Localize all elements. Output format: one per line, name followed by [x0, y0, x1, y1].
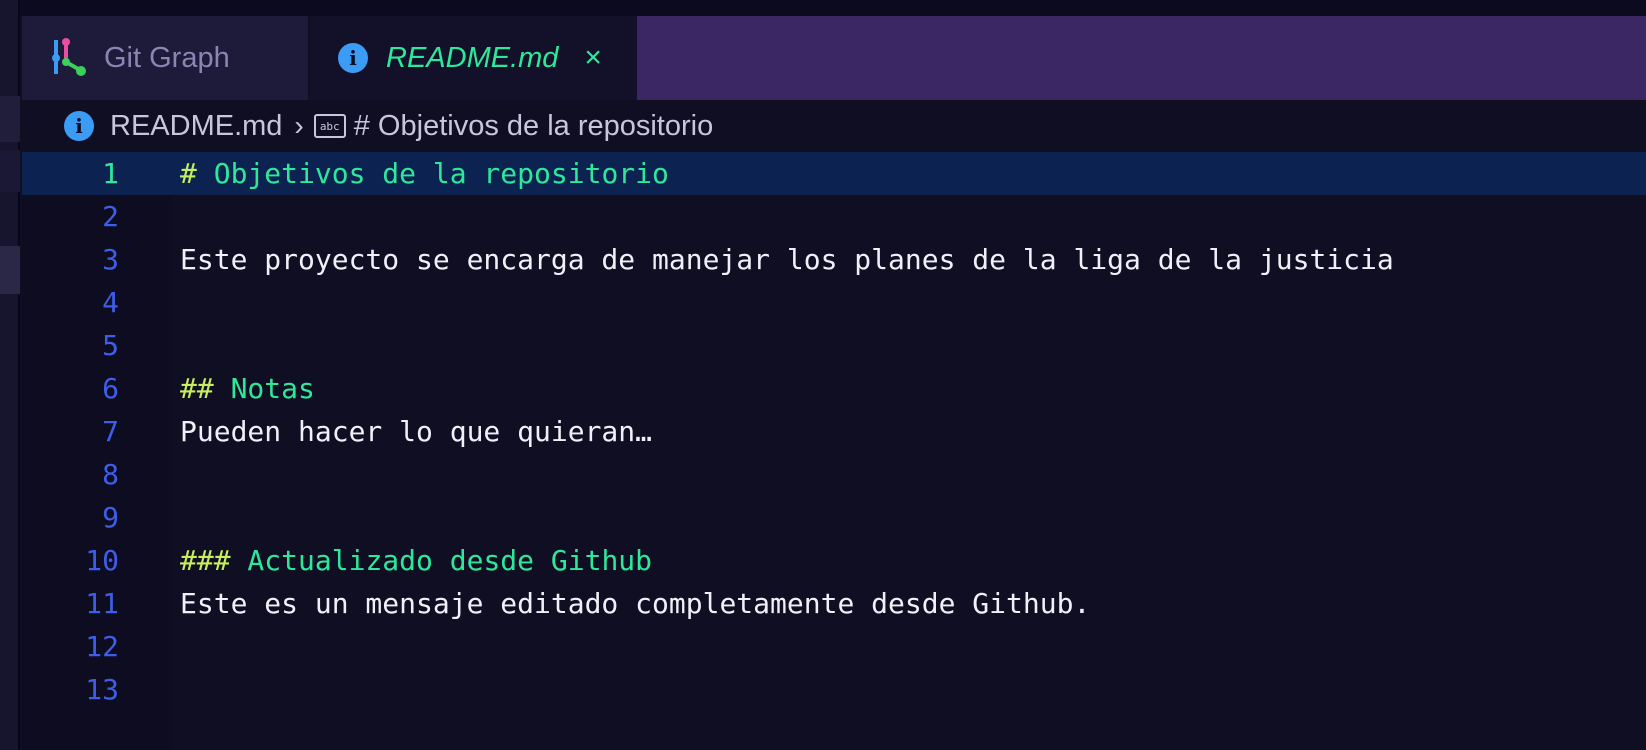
- editor-lines: 1 # Objetivos de la repositorio 2 3 Este pro…: [22, 152, 1646, 711]
- editor-window: Git Graph i README.md × i README.md › ab…: [0, 0, 1646, 750]
- editor-line[interactable]: 9: [22, 496, 1646, 539]
- markdown-heading-marker: #: [180, 157, 197, 190]
- string-symbol-icon: abc: [313, 114, 346, 138]
- editor-line[interactable]: 4: [22, 281, 1646, 324]
- title-strip: [0, 0, 1646, 16]
- editor-line[interactable]: 2: [22, 195, 1646, 238]
- editor-line[interactable]: 13: [22, 668, 1646, 711]
- line-number: 1: [102, 157, 119, 190]
- strip-segment: [0, 96, 20, 142]
- line-number: 10: [85, 544, 119, 577]
- editor-line[interactable]: 5: [22, 324, 1646, 367]
- line-content: Este es un mensaje editado completamente…: [180, 582, 1090, 625]
- markdown-heading-marker: ###: [180, 544, 231, 577]
- line-number: 2: [102, 200, 119, 233]
- git-graph-icon: [52, 38, 86, 76]
- line-number: 8: [102, 458, 119, 491]
- line-content: Pueden hacer lo que quieran…: [180, 410, 652, 453]
- line-content: ### Actualizado desde Github: [180, 539, 652, 582]
- breadcrumb: i README.md › abc # Objetivos de la repo…: [22, 100, 1646, 152]
- line-number: 6: [102, 372, 119, 405]
- line-content: Este proyecto se encarga de manejar los …: [180, 238, 1394, 281]
- close-icon[interactable]: ×: [584, 41, 602, 75]
- editor-line[interactable]: 8: [22, 453, 1646, 496]
- activity-strip: [0, 0, 20, 750]
- tab-git-graph[interactable]: Git Graph: [22, 16, 310, 100]
- markdown-heading-text: Notas: [213, 372, 315, 405]
- markdown-heading-marker: ##: [180, 372, 214, 405]
- line-content: # Objetivos de la repositorio: [180, 152, 669, 195]
- info-icon: i: [338, 43, 368, 73]
- tab-readme[interactable]: i README.md ×: [310, 16, 637, 100]
- line-number: 4: [102, 286, 119, 319]
- line-text: Este es un mensaje editado completamente…: [180, 587, 1091, 620]
- editor-line[interactable]: 12: [22, 625, 1646, 668]
- editor-line[interactable]: 10 ### Actualizado desde Github: [22, 539, 1646, 582]
- strip-segment: [0, 246, 20, 294]
- tab-label: README.md: [386, 41, 559, 74]
- line-number: 3: [102, 243, 119, 276]
- line-text: Pueden hacer lo que quieran…: [180, 415, 653, 448]
- editor-line[interactable]: 1 # Objetivos de la repositorio: [22, 152, 1646, 195]
- markdown-heading-text: Objetivos de la repositorio: [196, 157, 669, 190]
- code-editor[interactable]: 1 # Objetivos de la repositorio 2 3 Este pro…: [22, 152, 1646, 750]
- line-number: 12: [85, 630, 119, 663]
- line-number: 11: [85, 587, 119, 620]
- line-content: ## Notas: [180, 367, 315, 410]
- breadcrumb-file[interactable]: README.md: [110, 110, 282, 143]
- markdown-heading-text: Actualizado desde Github: [230, 544, 653, 577]
- editor-line[interactable]: 6 ## Notas: [22, 367, 1646, 410]
- line-text: Este proyecto se encarga de manejar los …: [180, 243, 1394, 276]
- line-number: 5: [102, 329, 119, 362]
- tab-label: Git Graph: [104, 41, 230, 74]
- editor-line[interactable]: 11 Este es un mensaje editado completamen…: [22, 582, 1646, 625]
- line-number: 13: [85, 673, 119, 706]
- strip-segment: [0, 150, 20, 192]
- info-icon: i: [64, 111, 94, 141]
- line-number: 7: [102, 415, 119, 448]
- chevron-right-icon: ›: [294, 110, 304, 141]
- breadcrumb-symbol[interactable]: # Objetivos de la repositorio: [354, 110, 713, 143]
- editor-line[interactable]: 7 Pueden hacer lo que quieran…: [22, 410, 1646, 453]
- editor-line[interactable]: 3 Este proyecto se encarga de manejar los…: [22, 238, 1646, 281]
- tab-bar: Git Graph i README.md ×: [22, 16, 1646, 100]
- line-number: 9: [102, 501, 119, 534]
